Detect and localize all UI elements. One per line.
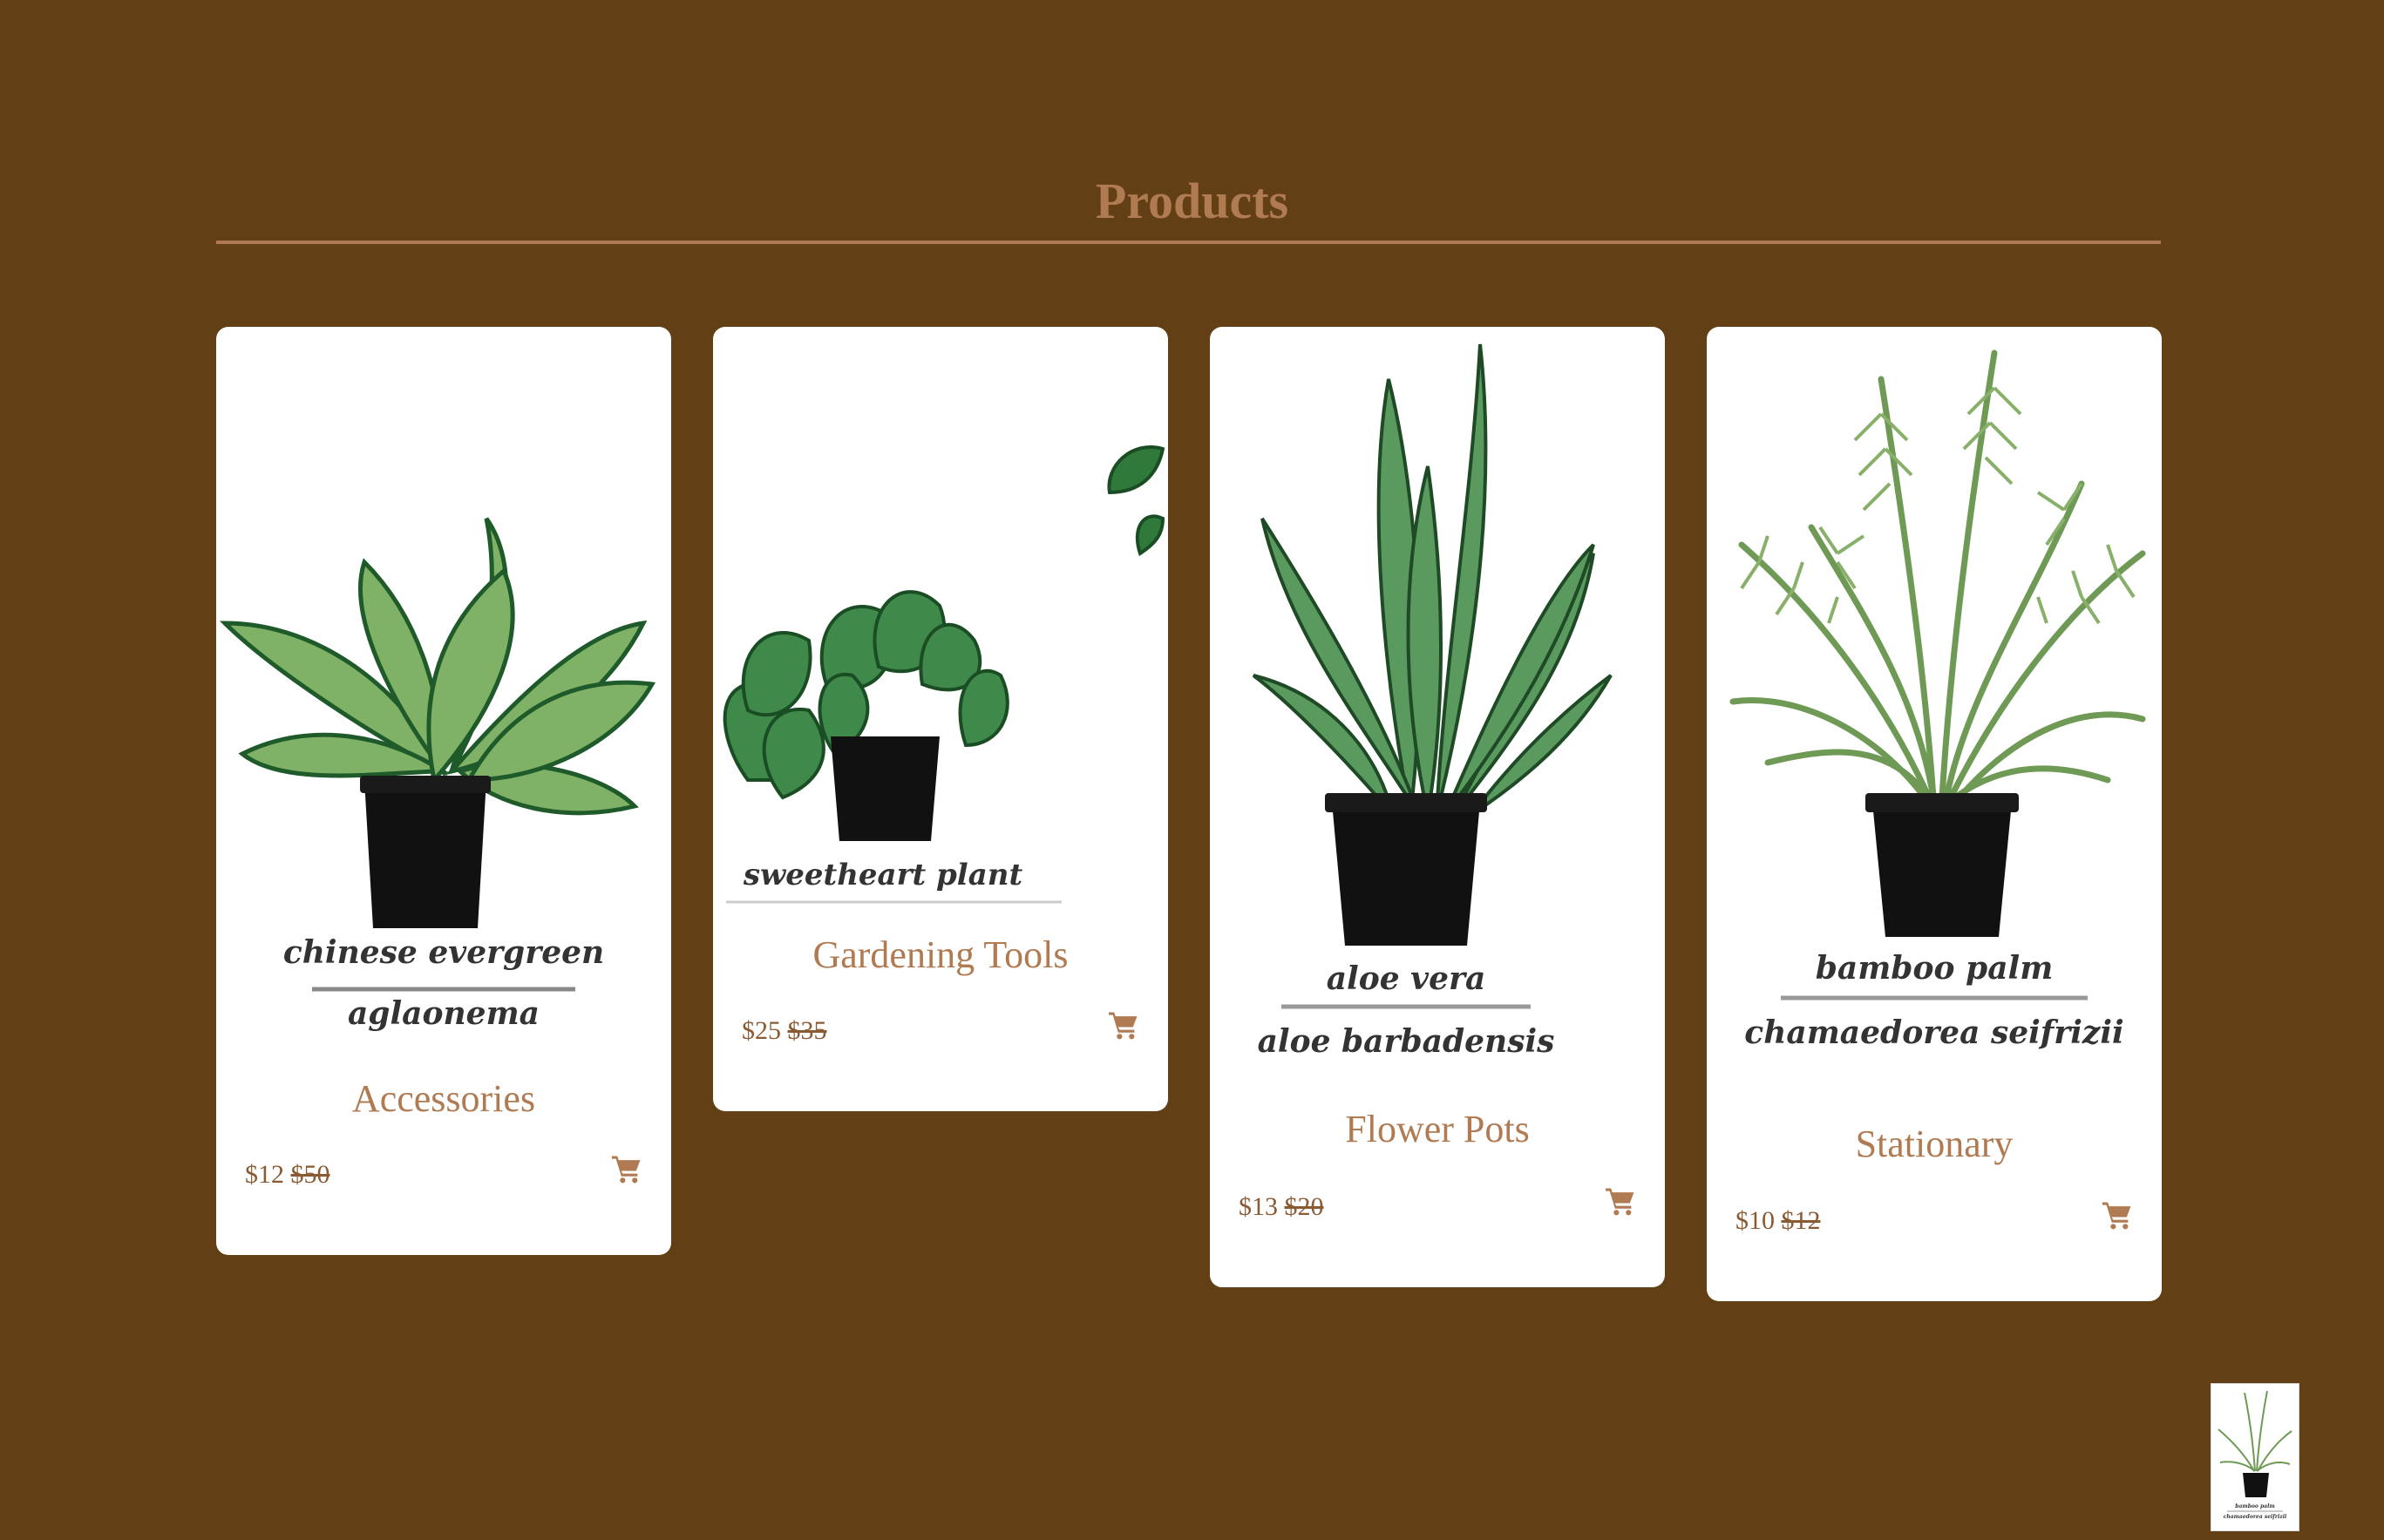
shopping-cart-icon[interactable] <box>2101 1201 2134 1231</box>
current-price: $25 <box>742 1016 781 1045</box>
product-name[interactable]: Stationary <box>1707 1122 2162 1167</box>
title-divider <box>216 241 2161 244</box>
product-price: $10 $12 <box>1735 1205 1821 1237</box>
current-price: $12 <box>245 1160 284 1189</box>
product-name[interactable]: Accessories <box>216 1076 671 1122</box>
original-price: $12 <box>1781 1206 1821 1235</box>
image-label-top: chinese evergreen <box>283 934 604 971</box>
product-card-flower-pots[interactable]: aloe vera aloe barbadensis Flower Pots $… <box>1210 327 1665 1287</box>
original-price: $20 <box>1284 1192 1324 1221</box>
product-price: $13 $20 <box>1239 1191 1324 1223</box>
product-card-stationary[interactable]: bamboo palm chamaedorea seifrizii Statio… <box>1707 327 2162 1301</box>
product-image-bamboo-palm[interactable]: bamboo palm chamaedorea seifrizii <box>1707 327 2162 1094</box>
product-price: $12 $50 <box>245 1159 330 1191</box>
product-card-accessories[interactable]: chinese evergreen aglaonema Accessories … <box>216 327 671 1255</box>
page-title: Products <box>1095 173 1289 229</box>
product-card-gardening-tools[interactable]: sweetheart plant Gardening Tools $25 $35 <box>713 327 1168 1111</box>
floating-product-thumbnail[interactable]: bamboo palm chamaedorea seifrizii <box>2211 1383 2299 1531</box>
original-price: $50 <box>290 1160 330 1189</box>
product-name[interactable]: Flower Pots <box>1210 1107 1665 1152</box>
product-image-aloe-vera[interactable]: aloe vera aloe barbadensis <box>1210 327 1665 1076</box>
image-label-top: sweetheart plant <box>743 858 1023 892</box>
image-label-bottom: chamaedorea seifrizii <box>1744 1014 2123 1051</box>
product-price: $25 $35 <box>742 1015 827 1047</box>
image-label-bottom: aglaonema <box>348 995 540 1032</box>
thumbnail-label-bottom: chamaedorea seifrizii <box>2224 1514 2287 1520</box>
image-label-bottom: aloe barbadensis <box>1258 1023 1555 1060</box>
original-price: $35 <box>787 1016 827 1045</box>
current-price: $13 <box>1239 1192 1278 1221</box>
shopping-cart-icon[interactable] <box>1107 1011 1140 1041</box>
current-price: $10 <box>1735 1206 1775 1235</box>
image-label-top: bamboo palm <box>1816 950 2054 987</box>
shopping-cart-icon[interactable] <box>610 1155 643 1184</box>
shopping-cart-icon[interactable] <box>1604 1187 1637 1217</box>
thumbnail-label-top: bamboo palm <box>2235 1503 2274 1509</box>
product-name[interactable]: Gardening Tools <box>713 933 1168 978</box>
product-image-chinese-evergreen[interactable]: chinese evergreen aglaonema <box>216 405 671 1068</box>
image-label-top: aloe vera <box>1327 960 1486 997</box>
product-image-sweetheart-plant[interactable]: sweetheart plant <box>713 327 1168 915</box>
